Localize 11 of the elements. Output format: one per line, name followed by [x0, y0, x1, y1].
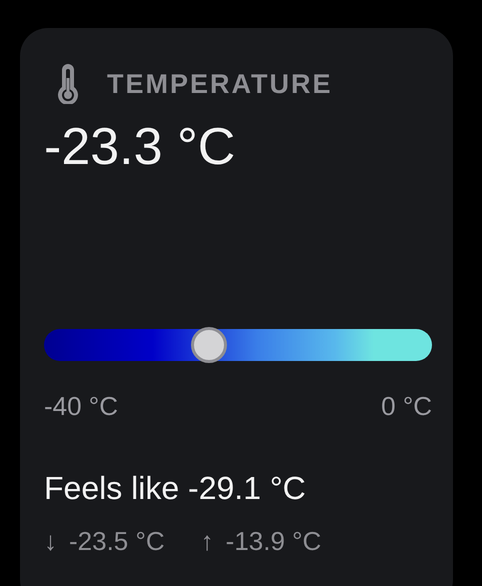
feels-like-text: Feels like -29.1 °C [44, 468, 307, 508]
temperature-value: -23.3 °C [44, 116, 236, 178]
thermometer-icon [55, 64, 81, 104]
up-arrow-icon: ↑ [200, 522, 214, 560]
card-title: TEMPERATURE [107, 68, 333, 101]
max-label: 0 °C [381, 390, 432, 422]
down-arrow-icon: ↓ [44, 522, 57, 560]
min-label: -40 °C [44, 390, 118, 422]
low-temperature: -23.5 °C [69, 524, 165, 558]
high-temperature: -13.9 °C [226, 524, 322, 558]
slider-thumb[interactable] [191, 326, 228, 362]
